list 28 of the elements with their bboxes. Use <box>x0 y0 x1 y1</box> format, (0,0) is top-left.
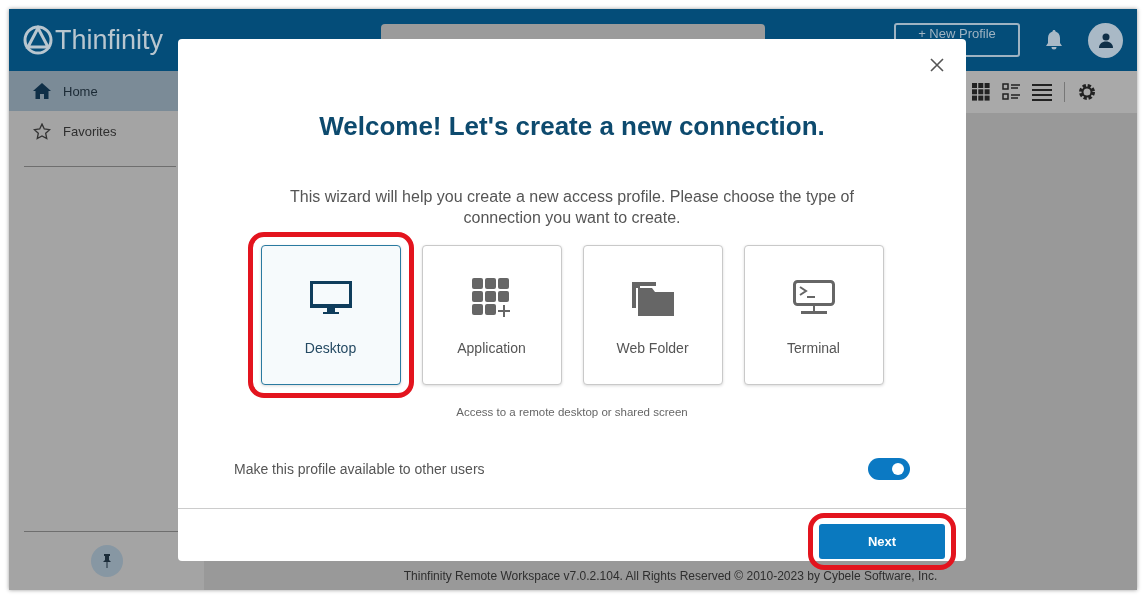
settings-icon[interactable] <box>1077 82 1097 102</box>
home-icon <box>33 83 51 99</box>
pin-button[interactable] <box>90 545 123 577</box>
dialog-description: This wizard will help you create a new access profile. Please choose the type of connection you want to create. <box>289 187 855 228</box>
connection-type-card[interactable]: Desktop <box>260 245 401 385</box>
user-avatar[interactable] <box>1088 22 1123 58</box>
list-view-icon[interactable] <box>1032 83 1052 101</box>
monitor-icon <box>309 281 352 315</box>
connection-type-card[interactable]: Terminal <box>743 245 884 385</box>
next-button[interactable]: Next <box>819 524 945 559</box>
bell-icon[interactable] <box>1046 30 1062 50</box>
sidebar-item[interactable]: Favorites <box>9 111 204 151</box>
app-grid-icon <box>471 278 512 318</box>
grid-view-icon[interactable] <box>972 83 990 101</box>
detail-list-icon[interactable] <box>1002 83 1020 101</box>
logo-icon <box>23 25 53 55</box>
type-description: Access to a remote desktop or shared screen <box>456 406 688 418</box>
terminal-icon <box>792 280 835 316</box>
copyright-text: Thinfinity Remote Workspace v7.0.2.104. All Rights Reserved © 2010-2023 by Cybele Software, Inc. <box>402 569 939 585</box>
connection-type-card[interactable]: Web Folder <box>582 245 723 385</box>
folders-icon <box>631 280 674 316</box>
share-toggle[interactable] <box>868 458 910 480</box>
logo-text: Thinfinity <box>55 24 164 56</box>
share-label: Make this profile available to other users <box>234 461 485 477</box>
connection-type-card[interactable]: Application <box>421 245 562 385</box>
dialog-title: Welcome! Let's create a new connection. <box>319 111 825 142</box>
pin-icon <box>102 554 111 568</box>
star-icon <box>33 122 51 140</box>
